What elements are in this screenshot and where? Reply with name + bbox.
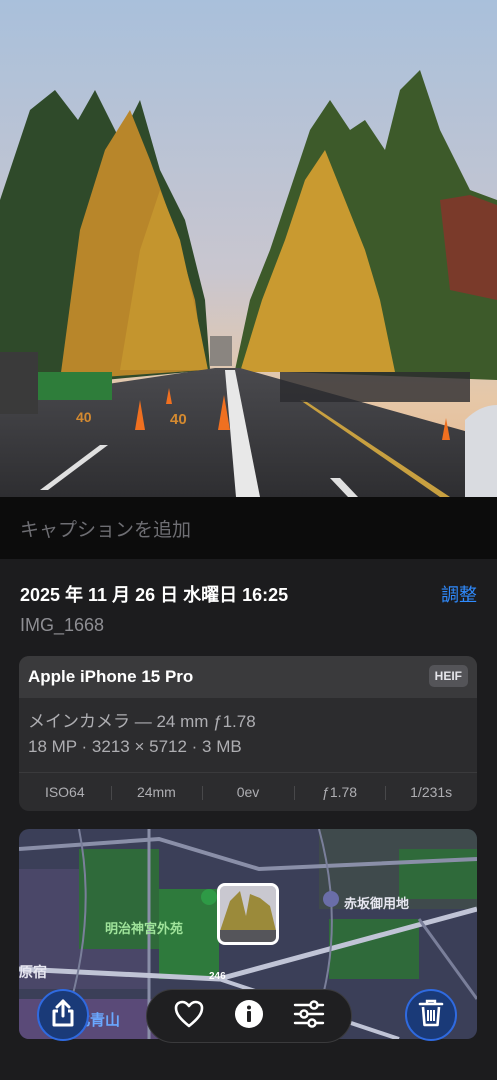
format-badge: HEIF [428,665,468,687]
ginkgo-avenue-photo: 40 40 [0,0,497,497]
adjust-date-button[interactable]: 調整 [441,581,477,607]
svg-text:40: 40 [76,409,92,425]
map-road-number: 246 [209,971,226,982]
exif-iso: ISO64 [44,784,85,800]
svg-text:40: 40 [170,411,187,428]
device-name: Apple iPhone 15 Pro [28,667,194,686]
exif-exposure-bias: 0ev [202,784,294,800]
photo-viewer[interactable]: 40 40 [0,0,497,497]
delete-button[interactable] [405,989,457,1041]
caption-placeholder: キャプションを追加 [20,520,192,541]
edit-button[interactable] [289,996,329,1036]
share-icon [50,998,76,1033]
photo-actions-bar [146,989,352,1043]
photo-location-thumbnail[interactable] [217,883,279,945]
share-button[interactable] [37,989,89,1041]
sliders-icon [293,999,325,1033]
trash-icon [418,998,444,1033]
info-icon [234,999,264,1034]
exif-row: ISO64 24mm 0ev ƒ1.78 1/231s [19,772,477,811]
image-specs: 18 MP · 3213 × 5712 · 3 MB [28,737,242,756]
photo-date: 2025 年 11 月 26 日 水曜日 16:25 [20,585,289,605]
lens-info: メインカメラ — 24 mm ƒ1.78 [28,712,256,731]
camera-info-card: Apple iPhone 15 Pro HEIF メインカメラ — 24 mm … [19,656,477,811]
heart-icon [174,1000,204,1033]
caption-field[interactable]: キャプションを追加 [0,497,497,559]
photo-filename: IMG_1668 [20,615,105,635]
exif-shutter-speed: 1/231s [385,784,477,800]
exif-aperture: ƒ1.78 [293,784,386,800]
favorite-button[interactable] [169,996,209,1036]
camera-card-header: Apple iPhone 15 Pro HEIF [19,656,477,698]
map-label-palace: 赤坂御用地 [344,896,410,911]
map-label-harajuku: 原宿 [19,964,47,980]
info-button[interactable] [229,996,269,1036]
exif-focal-length: 24mm [110,784,203,800]
map-label-shrine: 明治神宮外苑 [105,921,184,936]
